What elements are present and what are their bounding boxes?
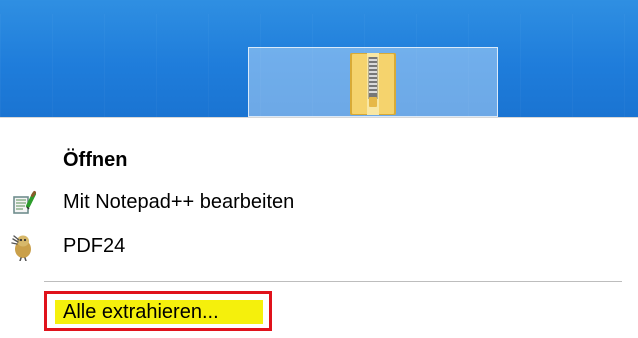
menu-item-edit-with-notepad-plus-plus-label: Mit Notepad++ bearbeiten [63,190,295,213]
desktop-background [0,0,638,117]
menu-item-extract-all-label: Alle extrahieren... [63,301,219,323]
menu-item-open[interactable]: Öffnen [0,138,638,182]
menu-item-open-label: Öffnen [63,148,128,171]
context-menu: Öffnen Mit Notepad++ bearbeiten PDF24 Al… [0,117,638,338]
zip-folder-icon[interactable] [349,52,397,116]
menu-item-extract-all[interactable]: Alle extrahieren... [44,291,272,331]
menu-item-pdf24-label: PDF24 [63,234,126,257]
menu-separator [44,281,622,282]
pdf24-icon [8,231,38,261]
screenshot-frame: Öffnen Mit Notepad++ bearbeiten PDF24 Al… [0,0,638,338]
notepad-plus-plus-icon [8,187,38,217]
menu-item-edit-with-notepad-plus-plus[interactable]: Mit Notepad++ bearbeiten [0,180,638,224]
menu-item-pdf24[interactable]: PDF24 [0,224,638,268]
